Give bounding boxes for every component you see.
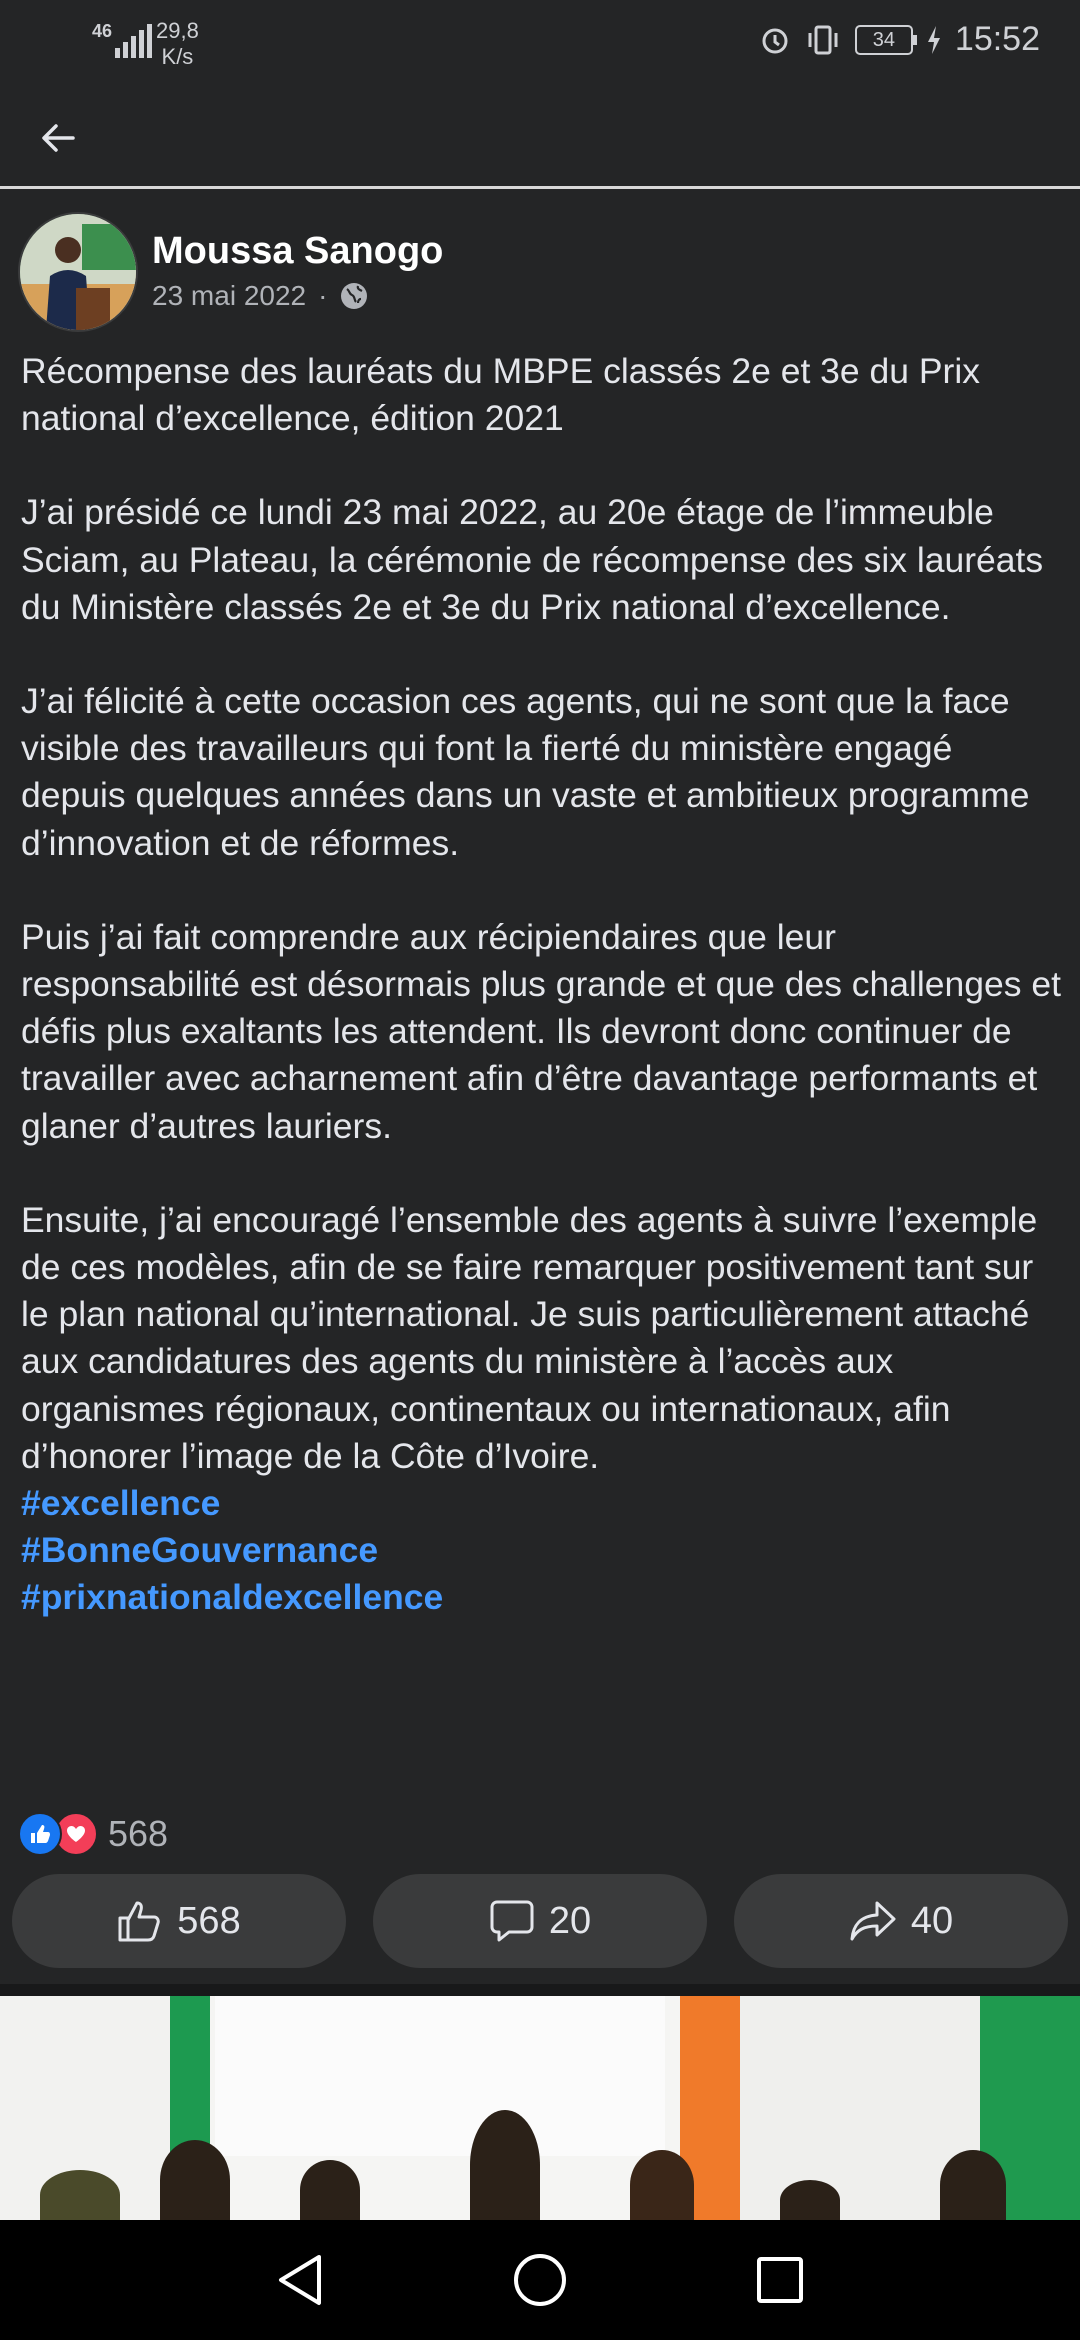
post-paragraph: J’ai félicité à cette occasion ces agent… (21, 681, 1030, 863)
share-count: 40 (910, 1899, 954, 1942)
share-button[interactable]: 40 (734, 1874, 1068, 1968)
photo-person (470, 2110, 540, 2220)
vibrate-icon (808, 25, 838, 54)
hashtag-link[interactable]: #excellence (21, 1480, 1061, 1527)
meta-separator: · (318, 280, 328, 311)
comment-button[interactable]: 20 (373, 1874, 707, 1968)
post-photo[interactable] (0, 1996, 1080, 2220)
post-paragraph: Puis j’ai fait comprendre aux récipienda… (21, 916, 1062, 1146)
post-paragraph: J’ai présidé ce lundi 23 mai 2022, au 20… (21, 492, 1044, 627)
avatar-image (20, 214, 136, 330)
nav-back-icon (279, 2255, 321, 2305)
network-speed-value: 29,8 (156, 18, 199, 43)
post-header: Moussa Sanogo 23 mai 2022 · (18, 212, 1058, 332)
author-name[interactable]: Moussa Sanogo (152, 230, 443, 273)
signal-icon (115, 22, 152, 58)
share-icon (850, 1901, 896, 1941)
hashtag-list: #excellence #BonneGouvernance #prixnatio… (21, 1480, 1061, 1622)
like-icon (18, 1812, 62, 1856)
photo-person (630, 2150, 694, 2220)
globe-icon (341, 283, 368, 309)
hashtag-link[interactable]: #prixnationaldexcellence (21, 1574, 1061, 1621)
back-button[interactable] (30, 110, 86, 166)
comment-icon (490, 1900, 534, 1942)
system-nav-bar (0, 2220, 1080, 2340)
photo-person (300, 2160, 360, 2220)
nav-recents-button[interactable] (745, 2245, 815, 2315)
avatar[interactable] (18, 212, 138, 332)
like-button[interactable]: 568 (12, 1874, 346, 1968)
network-type: 46 (92, 21, 113, 41)
photo-person (160, 2140, 230, 2220)
nav-recents-icon (757, 2257, 803, 2303)
back-arrow-icon (42, 124, 75, 152)
charging-icon (927, 25, 940, 54)
header-divider (0, 186, 1080, 189)
photo-person (780, 2180, 840, 2220)
post-actions: 568 20 40 (12, 1874, 1068, 1968)
nav-home-icon (514, 2254, 566, 2306)
like-count: 568 (177, 1899, 241, 1942)
post-paragraph: Récompense des lauréats du MBPE classés … (21, 351, 981, 439)
network-speed: 29,8 K/s (156, 18, 199, 70)
photo-backdrop (215, 1996, 665, 2156)
post-separator (0, 1984, 1080, 1996)
nav-home-button[interactable] (505, 2245, 575, 2315)
app-bar (0, 90, 1080, 186)
reaction-summary[interactable]: 568 (18, 1812, 168, 1856)
post-text: Récompense des lauréats du MBPE classés … (21, 348, 1061, 1622)
post-date[interactable]: 23 mai 2022 (152, 280, 306, 312)
status-right: 34 15:52 (759, 20, 1040, 59)
nav-back-button[interactable] (265, 2245, 335, 2315)
comment-count: 20 (548, 1899, 592, 1942)
post-paragraph: Ensuite, j’ai encouragé l’ensemble des a… (21, 1199, 1038, 1476)
thumbs-up-icon (118, 1901, 161, 1942)
status-bar: 46 29,8 K/s 34 15:52 (0, 0, 1080, 90)
reaction-count: 568 (108, 1813, 169, 1854)
hashtag-link[interactable]: #BonneGouvernance (21, 1527, 1061, 1574)
network-speed-unit: K/s (161, 44, 194, 69)
photo-person (40, 2170, 120, 2220)
alarm-icon (762, 28, 788, 53)
photo-person (940, 2150, 1006, 2220)
battery-icon: 34 (854, 24, 917, 55)
post-meta: 23 mai 2022 · (152, 280, 369, 312)
clock: 15:52 (954, 20, 1040, 58)
